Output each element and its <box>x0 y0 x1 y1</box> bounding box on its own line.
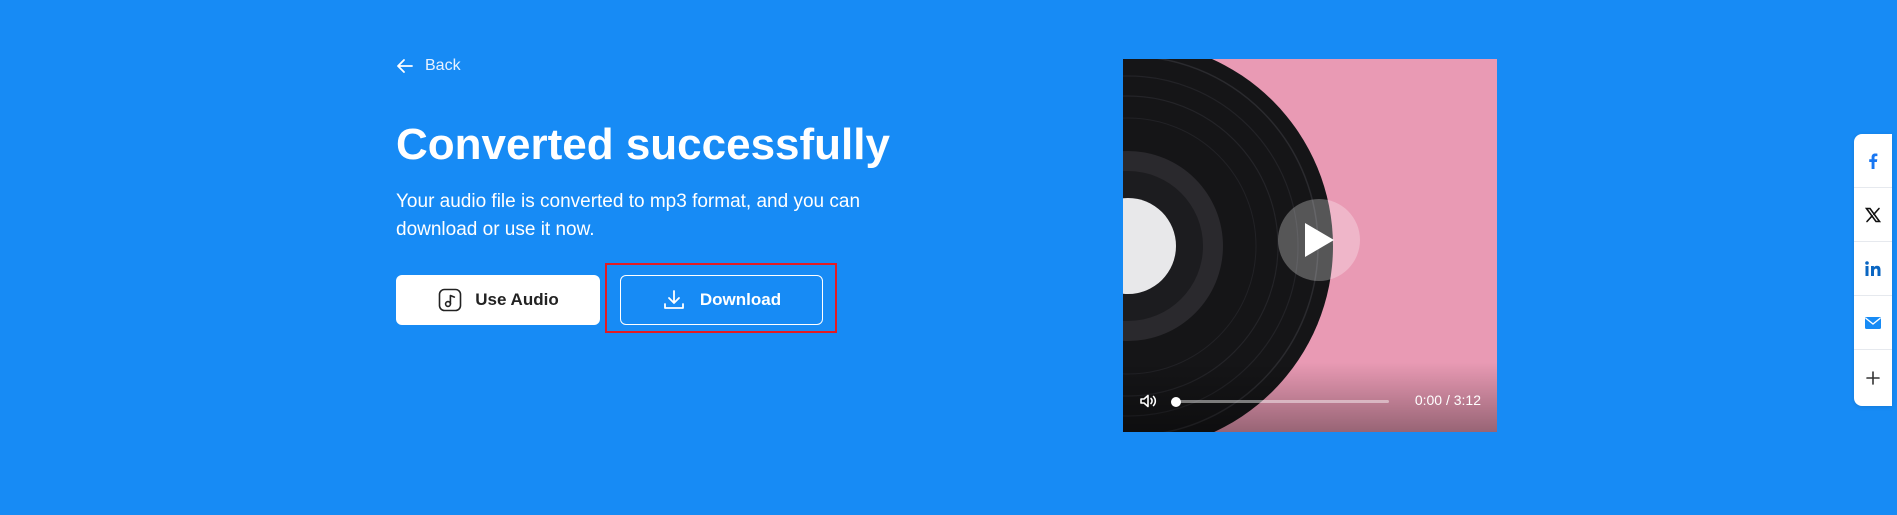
progress-bar[interactable] <box>1171 396 1389 407</box>
play-icon <box>1305 223 1334 257</box>
arrow-left-icon <box>397 59 413 73</box>
share-x-button[interactable] <box>1854 188 1892 242</box>
progress-thumb[interactable] <box>1171 396 1181 407</box>
player-controls: 0:00 / 3:12 <box>1123 362 1497 432</box>
linkedin-icon <box>1865 260 1881 276</box>
back-label: Back <box>425 57 461 74</box>
use-audio-label: Use Audio <box>475 290 559 309</box>
share-sidebar <box>1854 134 1892 406</box>
music-file-icon <box>438 288 462 312</box>
download-label: Download <box>699 290 782 309</box>
use-audio-button[interactable]: Use Audio <box>396 275 600 325</box>
email-icon <box>1865 316 1881 329</box>
download-icon <box>663 290 684 309</box>
x-icon <box>1864 207 1882 222</box>
download-button[interactable]: Download <box>620 275 823 325</box>
audio-player: 0:00 / 3:12 <box>1123 59 1497 432</box>
page-title: Converted successfully <box>396 120 890 169</box>
share-facebook-button[interactable] <box>1854 134 1892 188</box>
share-more-button[interactable] <box>1854 350 1892 406</box>
time-display: 0:00 / 3:12 <box>1414 392 1481 408</box>
share-email-button[interactable] <box>1854 296 1892 350</box>
back-link[interactable]: Back <box>395 56 461 76</box>
page-description: Your audio file is converted to mp3 form… <box>396 191 861 240</box>
play-button[interactable] <box>1278 199 1360 281</box>
share-linkedin-button[interactable] <box>1854 242 1892 296</box>
volume-icon[interactable] <box>1139 392 1157 410</box>
plus-icon <box>1866 371 1880 385</box>
facebook-icon <box>1869 153 1878 169</box>
